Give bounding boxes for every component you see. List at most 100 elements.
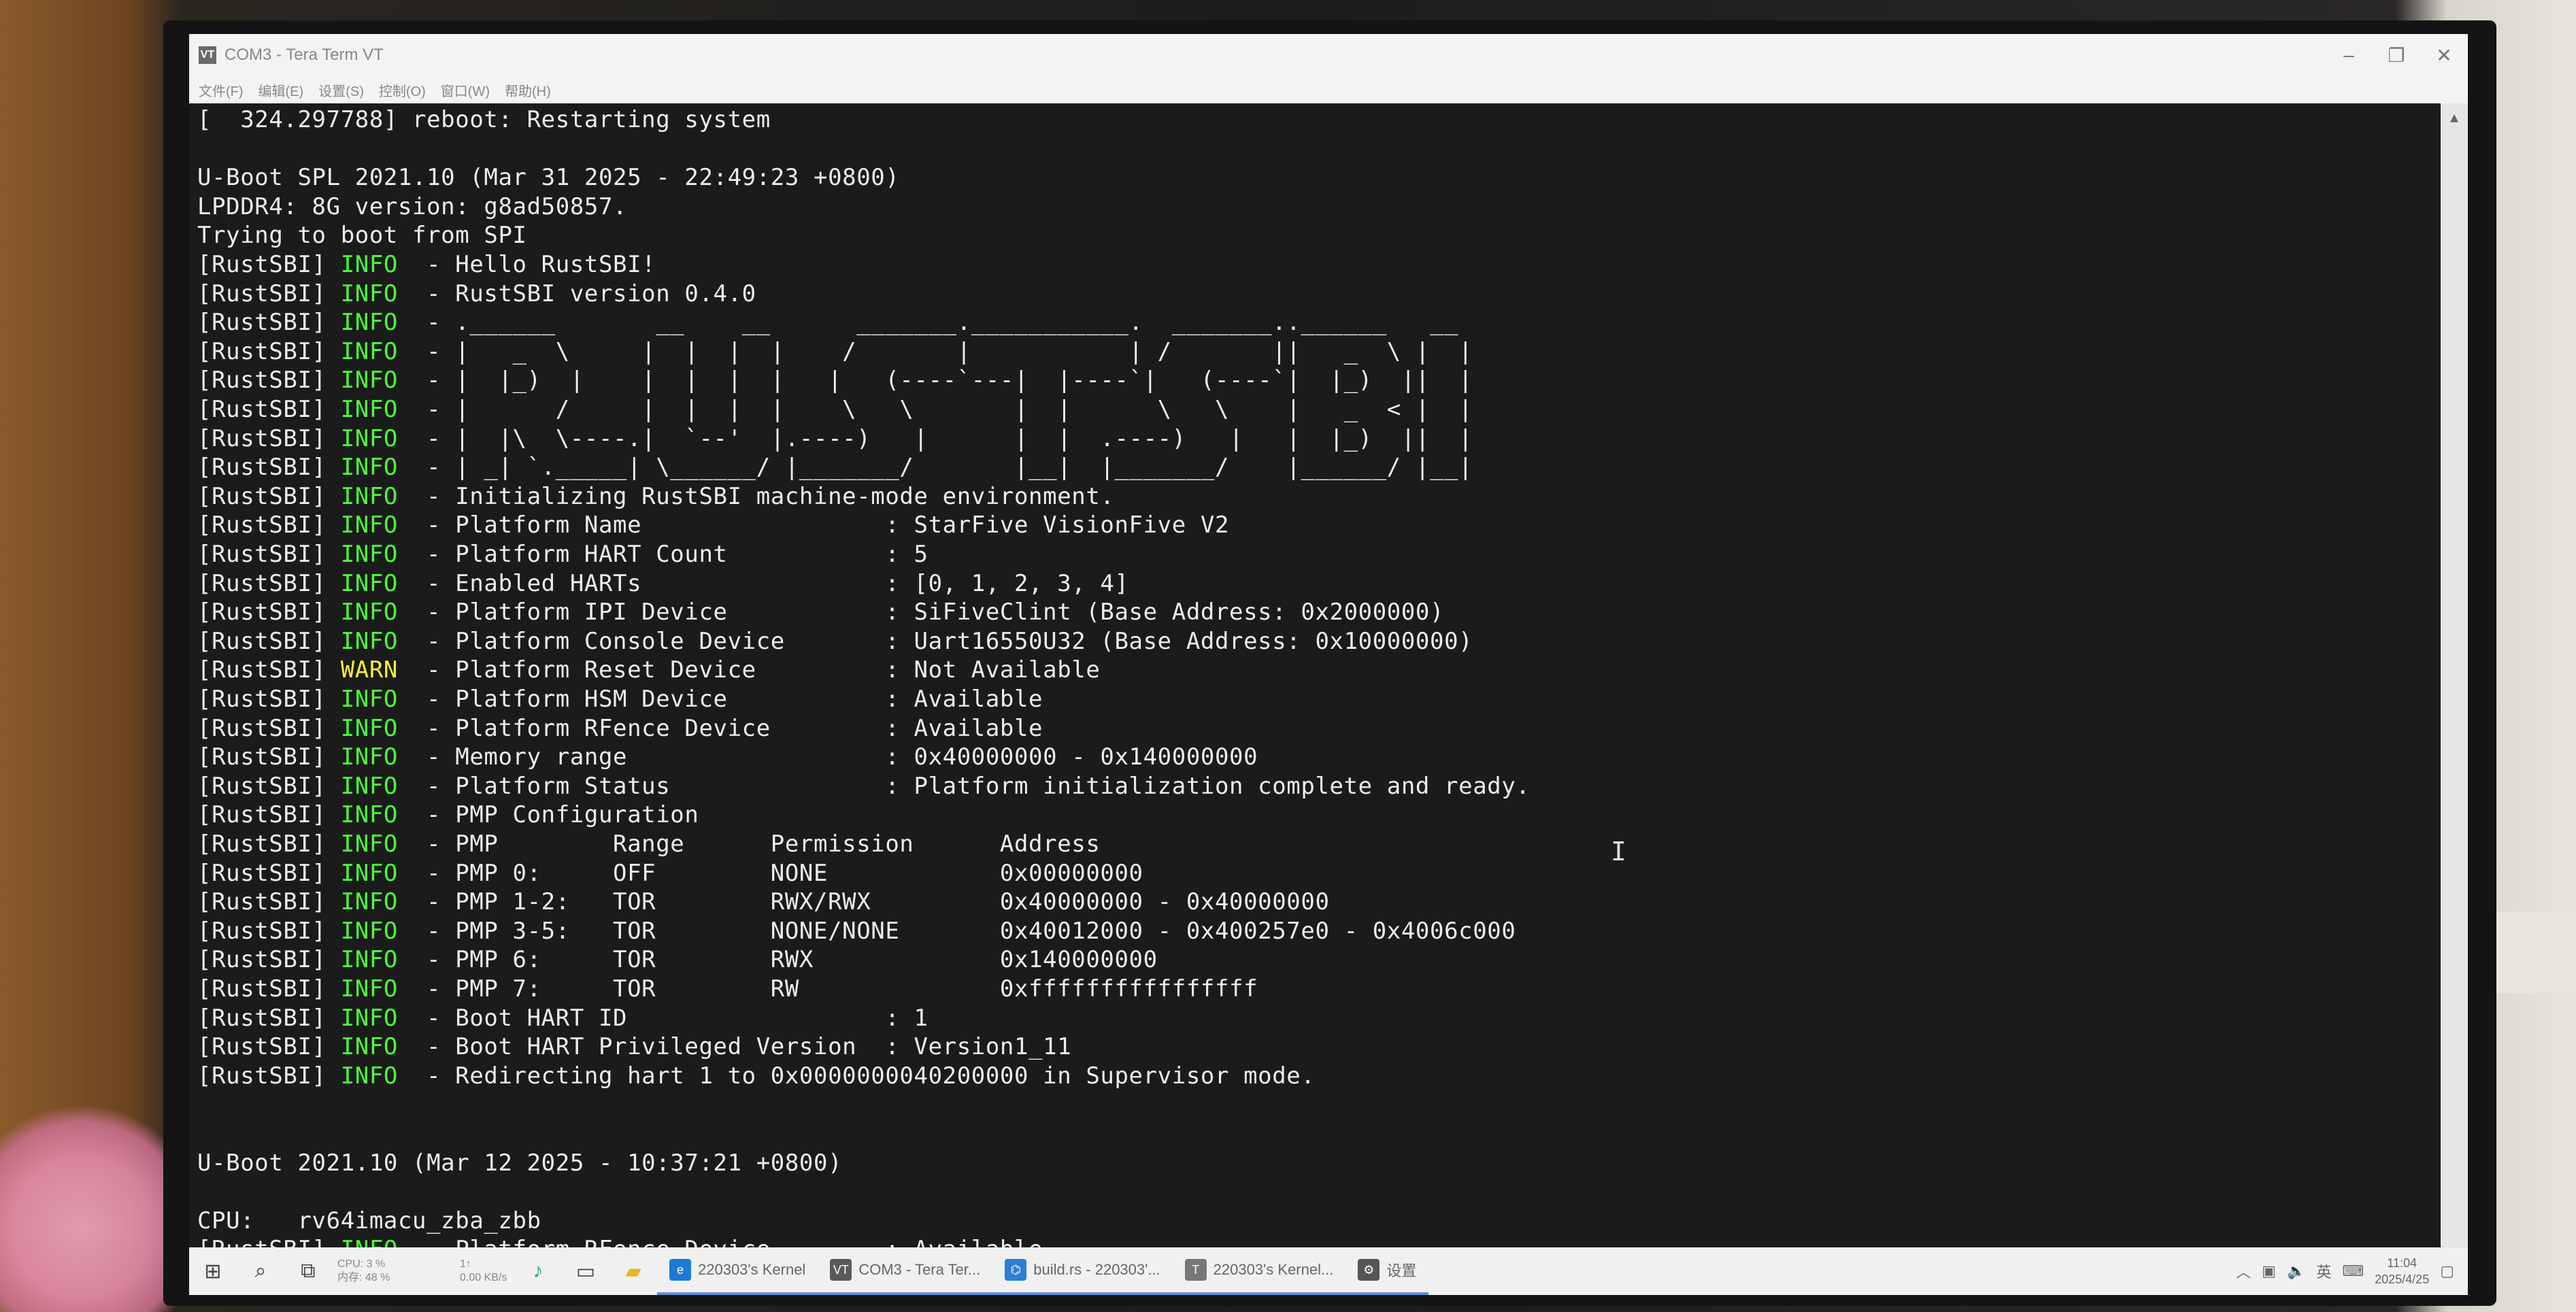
network-icon[interactable]: ▣	[2262, 1262, 2276, 1280]
notification-icon[interactable]: ▢	[2440, 1262, 2454, 1280]
terminal-line: [RustSBI] INFO - Platform Console Device…	[197, 628, 1473, 655]
terminal-line: Trying to boot from SPI	[197, 222, 527, 249]
terminal-line: [RustSBI] INFO - .______ __ __ _______._…	[197, 309, 1458, 336]
log-prefix: [RustSBI]	[197, 569, 341, 597]
music-app-icon[interactable]: ♪	[514, 1247, 562, 1295]
log-prefix: [RustSBI]	[197, 743, 341, 771]
log-level: INFO	[340, 367, 398, 394]
log-level: INFO	[340, 801, 398, 829]
task-app-icon: e	[669, 1259, 691, 1281]
log-level: INFO	[340, 511, 398, 539]
taskbar-task[interactable]: ⌬ build.rs - 220303'...	[992, 1247, 1173, 1295]
task-label: COM3 - Tera Ter...	[858, 1261, 981, 1278]
start-button[interactable]: ⊞	[189, 1247, 237, 1295]
log-level: INFO	[340, 917, 398, 945]
terminal-line: [RustSBI] INFO - PMP 6: TOR RWX 0x140000…	[197, 946, 1158, 973]
terminal-line: [RustSBI] INFO - Memory range : 0x400000…	[197, 743, 1258, 771]
terminal-line: LPDDR4: 8G version: g8ad50857.	[197, 193, 627, 220]
tray-expand-icon[interactable]: ︿	[2236, 1260, 2251, 1282]
terminal-line: [RustSBI] INFO - | _ \ | | | | / | | / |…	[197, 338, 1473, 365]
keyboard-icon[interactable]: ⌨	[2342, 1262, 2364, 1280]
log-level: INFO	[340, 599, 398, 626]
terminal-line: [RustSBI] INFO - Platform IPI Device : S…	[197, 599, 1444, 626]
log-text: - PMP 0: OFF NONE 0x00000000	[397, 859, 1143, 887]
menu-setup[interactable]: 设置(S)	[318, 80, 364, 100]
terminal-app-icon[interactable]: ▭	[562, 1247, 609, 1295]
terminal-line: [RustSBI] INFO - Boot HART Privileged Ve…	[197, 1033, 1071, 1060]
taskbar-task[interactable]: ⚙ 设置	[1345, 1247, 1429, 1295]
log-level: INFO	[340, 280, 398, 307]
log-prefix: [RustSBI]	[197, 1004, 341, 1032]
vertical-scrollbar[interactable]: ▲ ▼	[2441, 103, 2468, 1277]
task-view-icon[interactable]: ⧉	[284, 1247, 332, 1295]
terminal-line: [RustSBI] INFO - Boot HART ID : 1	[197, 1005, 929, 1032]
scroll-up-arrow-icon[interactable]: ▲	[2441, 103, 2468, 131]
menu-file[interactable]: 文件(F)	[199, 80, 244, 100]
log-prefix: [RustSBI]	[197, 772, 341, 800]
terminal-line: [RustSBI] WARN - Platform Reset Device :…	[197, 656, 1100, 684]
terminal-line: [RustSBI] INFO - Platform HART Count : 5	[197, 541, 929, 568]
log-text: CPU: rv64imacu_zba_zbb	[197, 1207, 541, 1234]
log-prefix: [RustSBI]	[197, 454, 341, 482]
log-prefix: [RustSBI]	[197, 917, 341, 945]
log-text: - Memory range : 0x40000000 - 0x14000000…	[397, 743, 1258, 771]
terminal-line: [RustSBI] INFO - Hello RustSBI!	[197, 251, 656, 278]
log-prefix: [RustSBI]	[197, 424, 341, 452]
log-prefix: [RustSBI]	[197, 1033, 341, 1061]
log-level: INFO	[340, 743, 398, 771]
log-level: INFO	[340, 309, 398, 337]
terminal-line: CPU: rv64imacu_zba_zbb	[197, 1207, 541, 1234]
task-app-icon: T	[1184, 1259, 1207, 1281]
log-text: U-Boot 2021.10 (Mar 12 2025 - 10:37:21 +…	[197, 1149, 843, 1177]
terminal-line: [ 324.297788] reboot: Restarting system	[197, 106, 771, 133]
log-level: INFO	[340, 888, 398, 916]
terminal-line: [RustSBI] INFO - PMP Range Permission Ad…	[197, 830, 1100, 858]
taskbar-task[interactable]: T 220303's Kernel...	[1172, 1247, 1346, 1295]
log-level: INFO	[340, 830, 398, 858]
task-app-icon: ⌬	[1005, 1259, 1027, 1281]
minimize-button[interactable]: –	[2325, 34, 2373, 76]
taskbar-task[interactable]: VT COM3 - Tera Ter...	[818, 1247, 993, 1295]
clock-date: 2025/4/25	[2375, 1273, 2430, 1286]
search-icon[interactable]: ⌕	[237, 1247, 284, 1295]
net-monitor: 1↑ 0.00 KB/s	[460, 1247, 514, 1295]
memory-usage: 内存: 48 %	[337, 1272, 390, 1283]
log-text: - PMP Range Permission Address	[397, 830, 1101, 858]
file-explorer-icon[interactable]: ▰	[609, 1247, 657, 1295]
menu-window[interactable]: 窗口(W)	[441, 80, 490, 100]
log-level: INFO	[340, 454, 398, 482]
terminal-line: [RustSBI] INFO - PMP 3-5: TOR NONE/NONE …	[197, 918, 1516, 945]
log-text: - Platform Name : StarFive VisionFive V2	[397, 511, 1230, 539]
volume-icon[interactable]: 🔈	[2287, 1262, 2305, 1280]
log-text: - Platform Reset Device : Not Available	[397, 656, 1101, 684]
log-level: WARN	[340, 656, 398, 684]
menu-edit[interactable]: 编辑(E)	[258, 80, 304, 100]
log-text: - PMP 3-5: TOR NONE/NONE 0x40012000 - 0x…	[397, 917, 1516, 945]
clock[interactable]: 11:04 2025/4/25	[2375, 1255, 2429, 1288]
log-prefix: [RustSBI]	[197, 396, 341, 423]
log-prefix: [RustSBI]	[197, 309, 341, 337]
log-prefix: [RustSBI]	[197, 367, 341, 394]
log-text: LPDDR4: 8G version: g8ad50857.	[197, 192, 628, 220]
log-prefix: [RustSBI]	[197, 975, 341, 1003]
log-text: - | |\ \----.| `--' |.----) | | | .----)…	[397, 424, 1473, 452]
log-prefix: [RustSBI]	[197, 888, 341, 916]
taskbar-task[interactable]: e 220303's Kernel	[657, 1247, 818, 1295]
log-text: - Platform RFence Device : Available	[397, 714, 1043, 742]
menu-control[interactable]: 控制(O)	[379, 80, 426, 100]
terminal-line: [RustSBI] INFO - PMP 0: OFF NONE 0x00000…	[197, 860, 1143, 887]
terminal-output[interactable]: [ 324.297788] reboot: Restarting system U…	[189, 103, 2441, 1277]
log-level: INFO	[340, 1062, 398, 1090]
close-button[interactable]: ✕	[2420, 34, 2468, 76]
log-prefix: [RustSBI]	[197, 541, 341, 568]
menu-help[interactable]: 帮助(H)	[505, 80, 551, 100]
log-prefix: [RustSBI]	[197, 599, 341, 626]
ime-indicator[interactable]: 英	[2316, 1260, 2331, 1282]
log-prefix: [RustSBI]	[197, 830, 341, 858]
log-prefix: [RustSBI]	[197, 686, 341, 713]
restore-button[interactable]: ❐	[2373, 34, 2420, 76]
terminal-line: [RustSBI] INFO - PMP 7: TOR RW 0xfffffff…	[197, 975, 1258, 1003]
title-bar[interactable]: VT COM3 - Tera Term VT – ❐ ✕	[189, 34, 2468, 76]
task-label: 设置	[1386, 1262, 1417, 1279]
log-text: - Initializing RustSBI machine-mode envi…	[397, 482, 1115, 510]
